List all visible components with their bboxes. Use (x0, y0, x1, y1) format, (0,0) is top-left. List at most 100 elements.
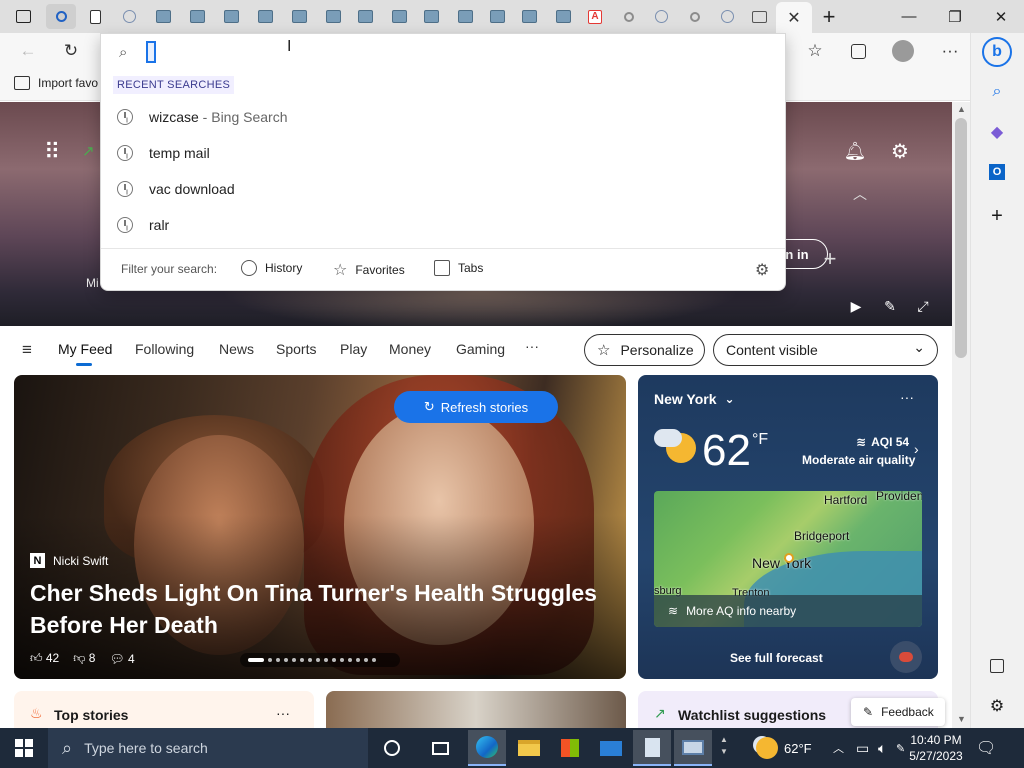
carousel-dot[interactable] (356, 658, 360, 662)
scrollbar-thumb[interactable] (955, 118, 967, 358)
taskbar-search[interactable]: ⌕ Type here to search (48, 728, 368, 768)
tab-search-gray[interactable] (680, 4, 710, 29)
back-button[interactable]: ← (15, 39, 41, 63)
tab-image[interactable] (416, 4, 446, 29)
story-headline[interactable]: Cher Sheds Light On Tina Turner's Health… (30, 577, 610, 641)
hero-story-card[interactable]: ↻ Refresh stories N Nicki Swift Cher She… (14, 375, 626, 679)
settings-more-button[interactable]: ··· (937, 39, 963, 63)
tab-image[interactable] (384, 4, 414, 29)
carousel-dot[interactable] (284, 658, 288, 662)
store-button[interactable] (551, 730, 589, 766)
favorites-button[interactable]: ☆ (802, 39, 828, 63)
weather-map[interactable]: Hartford Providen Bridgeport New York sb… (654, 491, 922, 627)
fullscreen-icon[interactable]: ⤢ (913, 296, 933, 316)
new-tab-button[interactable]: + (806, 0, 852, 33)
address-input[interactable] (146, 41, 156, 63)
sidebar-add-button[interactable]: + (984, 203, 1010, 229)
file-explorer-button[interactable] (510, 730, 548, 766)
refresh-stories-button[interactable]: ↻ Refresh stories (394, 391, 558, 423)
carousel-dot[interactable] (268, 658, 272, 662)
collections-button[interactable] (845, 39, 871, 63)
refresh-button[interactable]: ↻ (58, 39, 84, 63)
tab-image[interactable] (514, 4, 544, 29)
nav-more-button[interactable]: ··· (525, 338, 539, 354)
sidebar-settings-button[interactable]: ⚙ (984, 693, 1010, 719)
notifications-icon[interactable]: 🔔︎ (843, 138, 867, 164)
carousel-dot[interactable] (372, 658, 376, 662)
weather-more-button[interactable]: ··· (900, 389, 914, 405)
chevron-up-icon[interactable]: ︿ (850, 184, 870, 204)
aq-more-button[interactable]: ≋ More AQ info nearby (654, 595, 922, 627)
carousel-dot[interactable] (340, 658, 344, 662)
tab-sports[interactable]: Sports (276, 341, 316, 357)
carousel-dot[interactable] (348, 658, 352, 662)
play-icon[interactable]: ▶ (846, 296, 866, 316)
carousel-dot[interactable] (308, 658, 312, 662)
network-icon[interactable]: ▭ (856, 728, 869, 768)
tab-image[interactable] (148, 4, 178, 29)
recent-search-item[interactable]: ralr (101, 207, 785, 243)
gear-icon[interactable]: ⚙ (888, 138, 912, 164)
carousel-dot[interactable] (332, 658, 336, 662)
weather-location[interactable]: New York ⌄ (654, 391, 735, 407)
top-stories-more[interactable]: ··· (276, 705, 290, 721)
bing-chat-button[interactable]: b (982, 37, 1012, 67)
tab-image[interactable] (350, 4, 380, 29)
recent-search-item[interactable]: wizcase - Bing Search (101, 99, 785, 135)
tab-web[interactable] (646, 4, 676, 29)
tab-actions-button[interactable] (8, 4, 38, 29)
dislike-button[interactable]: 👎︎ 8 (73, 651, 95, 666)
tab-pdf[interactable]: A (580, 4, 610, 29)
notepad-button[interactable] (633, 730, 671, 766)
carousel-dot[interactable] (316, 658, 320, 662)
story-source[interactable]: N Nicki Swift (30, 553, 108, 568)
weather-tip-button[interactable] (890, 641, 922, 673)
input-method-icon[interactable]: ✎ (896, 728, 905, 768)
tab-image[interactable] (318, 4, 348, 29)
menu-icon[interactable]: ≡ (22, 340, 32, 360)
tab-play[interactable]: Play (340, 341, 367, 357)
close-tab-icon[interactable]: ✕ (787, 8, 800, 28)
notifications-icon[interactable]: 🗨︎ (976, 728, 996, 768)
tab-image[interactable] (548, 4, 578, 29)
tab-search-gray[interactable] (614, 4, 644, 29)
tab-following[interactable]: Following (135, 341, 194, 357)
carousel-dot[interactable] (292, 658, 296, 662)
restore-button[interactable]: ❐ (932, 0, 978, 33)
recent-search-item[interactable]: vac download (101, 171, 785, 207)
filter-tabs-button[interactable]: Tabs (434, 260, 483, 276)
tab-image[interactable] (182, 4, 212, 29)
add-quick-link-icon[interactable]: + (818, 246, 842, 271)
feedback-button[interactable]: ✎ Feedback (851, 698, 945, 726)
clock[interactable]: 10:40 PM 5/27/2023 (906, 728, 966, 768)
tab-search[interactable] (46, 4, 76, 29)
aqi-value[interactable]: ≋ AQI 54 (856, 435, 909, 449)
tab-document[interactable] (80, 4, 110, 29)
tab-money[interactable]: Money (389, 341, 431, 357)
see-forecast-button[interactable]: See full forecast (730, 651, 823, 665)
carousel-dot[interactable] (300, 658, 304, 662)
comment-button[interactable]: 💬︎ 4 (109, 652, 134, 666)
filter-history-button[interactable]: History (241, 260, 302, 276)
page-scrollbar[interactable]: ▲ ▼ (952, 102, 970, 730)
volume-icon[interactable]: 🔈︎ (878, 728, 886, 768)
video-story-card[interactable] (326, 691, 626, 731)
task-view-button[interactable] (421, 730, 459, 766)
sidebar-split-button[interactable] (984, 653, 1010, 679)
top-stories-card[interactable]: ♨ Top stories ··· (14, 691, 314, 731)
tab-gaming[interactable]: Gaming (456, 341, 505, 357)
carousel-dot[interactable] (364, 658, 368, 662)
close-window-button[interactable]: ✕ (978, 0, 1024, 33)
app-launcher-icon[interactable]: ⠿ (40, 139, 64, 164)
tab-image[interactable] (250, 4, 280, 29)
like-button[interactable]: 👍︎ 42 (30, 651, 59, 666)
background-edit-icon[interactable]: ✎ (880, 296, 900, 316)
scroll-up-icon[interactable]: ▲ (957, 104, 966, 114)
mail-button[interactable] (592, 730, 630, 766)
tab-settings-page[interactable] (744, 4, 774, 29)
carousel-indicator[interactable] (240, 653, 400, 667)
tab-news[interactable]: News (219, 341, 254, 357)
tab-web[interactable] (712, 4, 742, 29)
import-favorites-button[interactable]: Import favo (14, 76, 98, 90)
recent-search-item[interactable]: temp mail (101, 135, 785, 171)
